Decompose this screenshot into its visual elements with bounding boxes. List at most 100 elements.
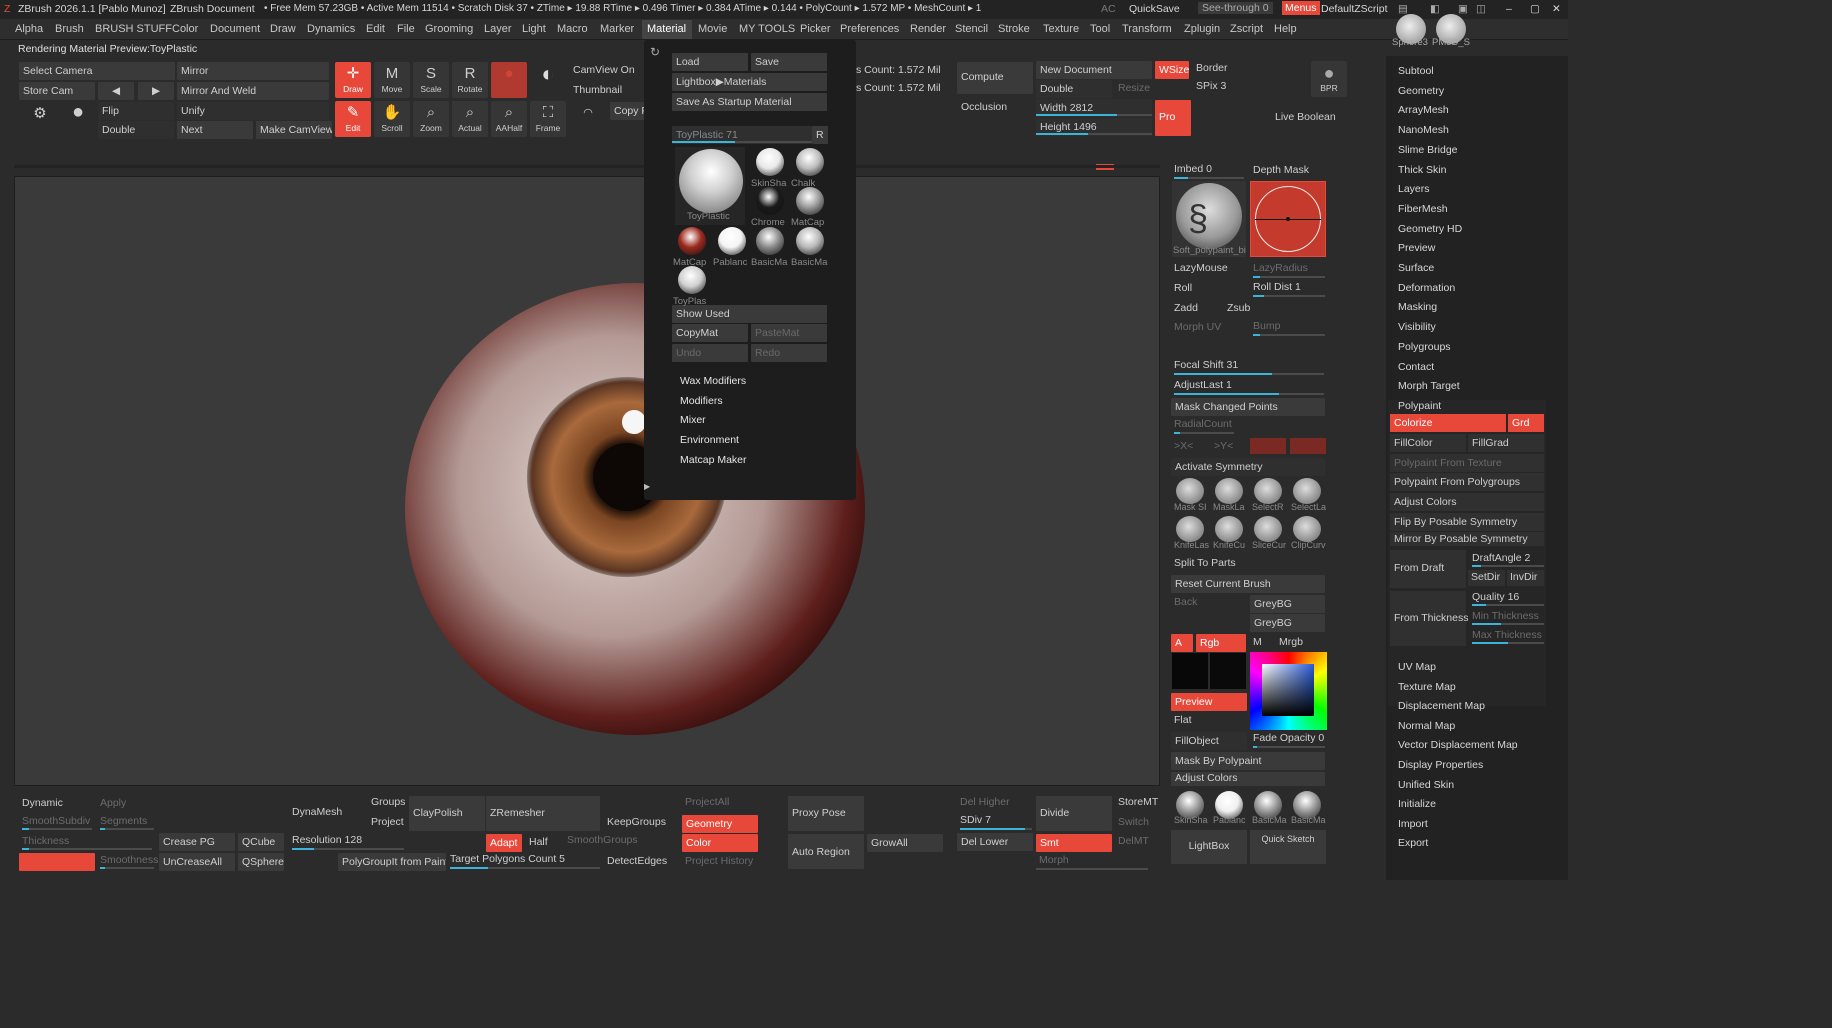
- fade-opacity-slider[interactable]: Fade Opacity 0: [1253, 732, 1324, 744]
- menu-tool[interactable]: Tool: [1090, 23, 1110, 35]
- project-button[interactable]: Project: [371, 816, 404, 828]
- sdiv-slider[interactable]: SDiv 7: [960, 814, 991, 826]
- next-button[interactable]: Next: [177, 121, 253, 139]
- a-button[interactable]: A: [1171, 634, 1193, 652]
- max-thickness-slider[interactable]: Max Thickness: [1472, 629, 1542, 641]
- invdir-button[interactable]: InvDir: [1507, 570, 1544, 586]
- adjust-last-slider-track[interactable]: [1174, 393, 1324, 395]
- height-slider-track[interactable]: [1036, 133, 1152, 135]
- smooth-subdiv-slider-track[interactable]: [22, 828, 92, 830]
- tool-menu-displacement-map[interactable]: Displacement Map: [1398, 700, 1485, 712]
- menu-draw[interactable]: Draw: [270, 23, 296, 35]
- lightbox-materials-button[interactable]: Lightbox▶Materials: [672, 73, 827, 91]
- apply-button[interactable]: Apply: [100, 797, 126, 809]
- claypolish-button[interactable]: ClayPolish: [409, 796, 485, 831]
- menu-grooming[interactable]: Grooming: [425, 23, 473, 35]
- roll-dist-slider[interactable]: Roll Dist 1: [1253, 281, 1301, 293]
- new-document-button[interactable]: New Document: [1036, 61, 1152, 79]
- projectall-button[interactable]: ProjectAll: [685, 796, 729, 808]
- menu-color[interactable]: Color: [172, 23, 198, 35]
- brush-knifecu-icon[interactable]: [1215, 516, 1243, 542]
- colorize-button[interactable]: Colorize: [1390, 414, 1506, 432]
- zadd-button[interactable]: Zadd: [1174, 302, 1198, 314]
- prev-camera-icon[interactable]: ◀: [98, 82, 134, 100]
- zsub-button[interactable]: Zsub: [1227, 302, 1250, 314]
- auto-region-button[interactable]: Auto Region: [788, 834, 864, 869]
- collapse-arrow-icon[interactable]: ▶: [644, 482, 650, 491]
- flip-posable-symmetry-button[interactable]: Flip By Posable Symmetry: [1390, 513, 1544, 531]
- delmt-button[interactable]: DelMT: [1118, 835, 1149, 847]
- fill-color-button[interactable]: FillColor: [1390, 434, 1466, 452]
- tool-menu-geometry[interactable]: Geometry: [1398, 85, 1444, 97]
- occlusion-label[interactable]: Occlusion: [961, 101, 1007, 113]
- menu-alpha[interactable]: Alpha: [15, 23, 43, 35]
- brush-mask si-icon[interactable]: [1176, 478, 1204, 504]
- segments-slider-track[interactable]: [100, 828, 154, 830]
- sdiv-slider-track[interactable]: [960, 828, 1032, 830]
- window-icon-2[interactable]: ▣: [1458, 3, 1468, 15]
- material-swatch-chrome-icon[interactable]: [756, 187, 784, 215]
- thumbnail-label[interactable]: Thumbnail: [573, 84, 622, 96]
- mask-by-polypaint-button[interactable]: Mask By Polypaint: [1171, 752, 1325, 770]
- brush-selectr-icon[interactable]: [1254, 478, 1282, 504]
- see-through-slider[interactable]: See-through 0: [1198, 2, 1273, 14]
- tool-menu-morph-target[interactable]: Morph Target: [1398, 380, 1460, 392]
- del-lower-button[interactable]: Del Lower: [957, 833, 1033, 851]
- store-cam-button[interactable]: Store Cam: [19, 82, 95, 100]
- setdir-button[interactable]: SetDir: [1468, 570, 1505, 586]
- menu-movie[interactable]: Movie: [698, 23, 727, 35]
- border-label[interactable]: Border: [1196, 62, 1228, 74]
- quicksave-button[interactable]: QuickSave: [1129, 3, 1180, 15]
- zremesher-button[interactable]: ZRemesher: [486, 796, 600, 831]
- actual-button[interactable]: ⌕ Actual: [452, 101, 488, 137]
- current-material-preview[interactable]: ToyPlastic: [675, 147, 745, 225]
- double-doc-button[interactable]: Double: [1036, 80, 1112, 98]
- imbed-slider[interactable]: Imbed 0: [1174, 163, 1212, 175]
- menu-brush[interactable]: Brush: [55, 23, 84, 35]
- smoothness-slider-track[interactable]: [100, 867, 154, 869]
- tool-menu-normal-map[interactable]: Normal Map: [1398, 720, 1455, 732]
- submenu-wax-modifiers[interactable]: Wax Modifiers: [680, 375, 746, 387]
- brush-clipcurv-icon[interactable]: [1293, 516, 1321, 542]
- lazyradius-slider[interactable]: LazyRadius: [1253, 262, 1308, 274]
- dynamesh-button[interactable]: DynaMesh: [292, 806, 342, 818]
- smooth-subdiv-slider[interactable]: SmoothSubdiv: [22, 815, 90, 827]
- wsize-button[interactable]: WSize: [1155, 61, 1189, 79]
- bump-slider-track[interactable]: [1253, 334, 1325, 336]
- mrgb-button[interactable]: Mrgb: [1279, 636, 1303, 648]
- focal-shift-slider-track[interactable]: [1174, 373, 1324, 375]
- fade-opacity-slider-track[interactable]: [1253, 746, 1325, 748]
- material-swatch-icon[interactable]: ●: [491, 62, 527, 98]
- menu-macro[interactable]: Macro: [557, 23, 588, 35]
- pastemat-button[interactable]: PasteMat: [751, 324, 827, 342]
- brush-thumbnail[interactable]: § Soft_polypaint_bi: [1172, 181, 1246, 257]
- tool-menu-layers[interactable]: Layers: [1398, 183, 1430, 195]
- material-swatch-skinsha-icon[interactable]: [756, 148, 784, 176]
- target-polygons-slider[interactable]: Target Polygons Count 5: [450, 853, 565, 865]
- storemt-button[interactable]: StoreMT: [1118, 796, 1158, 808]
- edit-button[interactable]: ✎ Edit: [335, 101, 371, 137]
- default-zscript-button[interactable]: DefaultZScript: [1321, 3, 1388, 15]
- menu-picker[interactable]: Picker: [800, 23, 831, 35]
- menu-file[interactable]: File: [397, 23, 415, 35]
- dynamic-sub-button[interactable]: Dynamic Sub: [19, 853, 95, 871]
- quick-sketch-button[interactable]: Quick Sketch: [1250, 830, 1326, 864]
- menu-edit[interactable]: Edit: [366, 23, 385, 35]
- window-icon-3[interactable]: ◫: [1476, 3, 1486, 15]
- redo-button[interactable]: Redo: [751, 344, 827, 362]
- segments-slider[interactable]: Segments: [100, 815, 147, 827]
- detectedges-button[interactable]: DetectEdges: [607, 855, 667, 867]
- menu-layer[interactable]: Layer: [484, 23, 512, 35]
- greybg-button-1[interactable]: GreyBG: [1250, 595, 1325, 613]
- smoothgroups-slider[interactable]: SmoothGroups: [567, 834, 638, 846]
- submenu-modifiers[interactable]: Modifiers: [680, 395, 723, 407]
- tool-menu-contact[interactable]: Contact: [1398, 361, 1434, 373]
- imbed-slider-track[interactable]: [1174, 177, 1244, 179]
- tool-menu-visibility[interactable]: Visibility: [1398, 321, 1436, 333]
- camview-on-label[interactable]: CamView On: [573, 64, 635, 76]
- mask-changed-points-button[interactable]: Mask Changed Points: [1171, 398, 1325, 416]
- resolution-slider[interactable]: Resolution 128: [292, 834, 362, 846]
- thickness-slider[interactable]: Thickness: [22, 835, 69, 847]
- spix-slider[interactable]: SPix 3: [1196, 80, 1226, 92]
- submenu-mixer[interactable]: Mixer: [680, 414, 706, 426]
